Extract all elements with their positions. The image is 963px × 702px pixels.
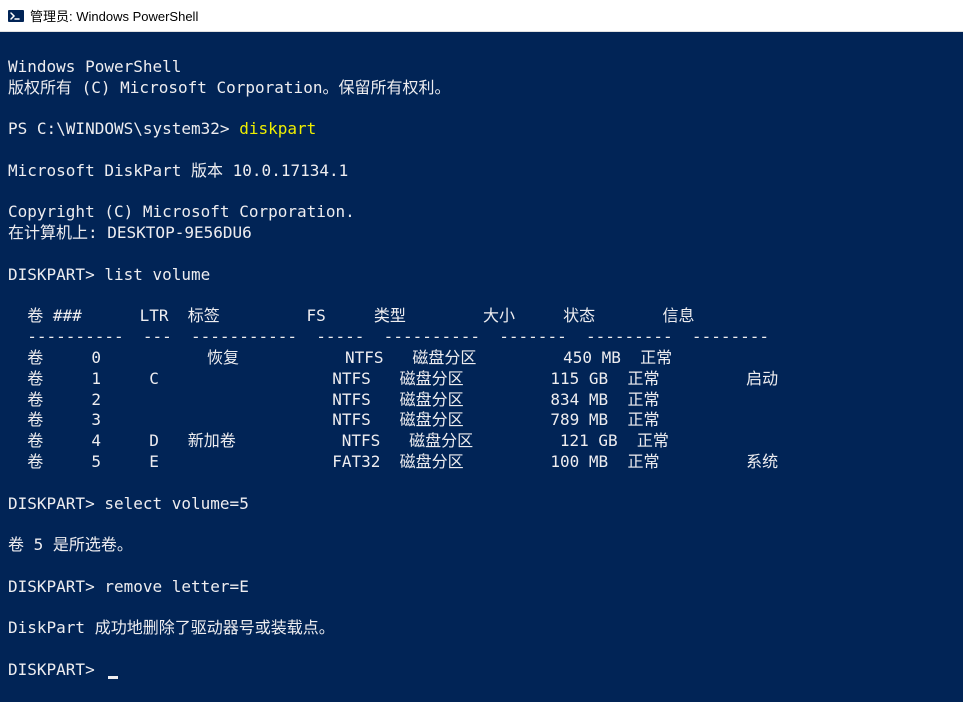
removed-message: DiskPart 成功地删除了驱动器号或装载点。 bbox=[8, 618, 335, 637]
ps-prompt: PS C:\WINDOWS\system32> bbox=[8, 119, 239, 138]
diskpart-prompt-line: DISKPART> bbox=[8, 660, 118, 679]
powershell-window: 管理员: Windows PowerShell Windows PowerShe… bbox=[0, 0, 963, 702]
remove-letter-command: remove letter=E bbox=[104, 577, 249, 596]
diskpart-copyright: Copyright (C) Microsoft Corporation. bbox=[8, 202, 355, 221]
volume-row: 卷 0 恢复 NTFS 磁盘分区 450 MB 正常 bbox=[8, 348, 672, 367]
titlebar[interactable]: 管理员: Windows PowerShell bbox=[0, 0, 963, 32]
powershell-icon bbox=[8, 8, 24, 24]
window-title: 管理员: Windows PowerShell bbox=[30, 6, 198, 25]
diskpart-banner: Microsoft DiskPart 版本 10.0.17134.1 bbox=[8, 161, 348, 180]
cursor bbox=[108, 676, 118, 679]
list-volume-command: list volume bbox=[104, 265, 210, 284]
diskpart-computer: 在计算机上: DESKTOP-9E56DU6 bbox=[8, 223, 252, 242]
volume-row: 卷 3 NTFS 磁盘分区 789 MB 正常 bbox=[8, 410, 659, 429]
diskpart-prompt-line: DISKPART> remove letter=E bbox=[8, 577, 249, 596]
ps-prompt-line: PS C:\WINDOWS\system32> diskpart bbox=[8, 119, 316, 138]
diskpart-prompt: DISKPART> bbox=[8, 494, 104, 513]
volume-row: 卷 2 NTFS 磁盘分区 834 MB 正常 bbox=[8, 390, 659, 409]
copyright-line: 版权所有 (C) Microsoft Corporation。保留所有权利。 bbox=[8, 78, 450, 97]
selected-message: 卷 5 是所选卷。 bbox=[8, 535, 133, 554]
volume-row: 卷 1 C NTFS 磁盘分区 115 GB 正常 启动 bbox=[8, 369, 778, 388]
banner-line: Windows PowerShell bbox=[8, 57, 181, 76]
diskpart-prompt: DISKPART> bbox=[8, 660, 104, 679]
volume-row: 卷 5 E FAT32 磁盘分区 100 MB 正常 系统 bbox=[8, 452, 778, 471]
diskpart-prompt: DISKPART> bbox=[8, 265, 104, 284]
diskpart-prompt-line: DISKPART> select volume=5 bbox=[8, 494, 249, 513]
diskpart-prompt: DISKPART> bbox=[8, 577, 104, 596]
diskpart-prompt-line: DISKPART> list volume bbox=[8, 265, 210, 284]
select-volume-command: select volume=5 bbox=[104, 494, 249, 513]
volume-divider: ---------- --- ----------- ----- -------… bbox=[8, 327, 769, 346]
terminal-output[interactable]: Windows PowerShell 版权所有 (C) Microsoft Co… bbox=[0, 32, 963, 702]
volume-header: 卷 ### LTR 标签 FS 类型 大小 状态 信息 bbox=[8, 306, 695, 325]
volume-row: 卷 4 D 新加卷 NTFS 磁盘分区 121 GB 正常 bbox=[8, 431, 669, 450]
diskpart-command: diskpart bbox=[239, 119, 316, 138]
